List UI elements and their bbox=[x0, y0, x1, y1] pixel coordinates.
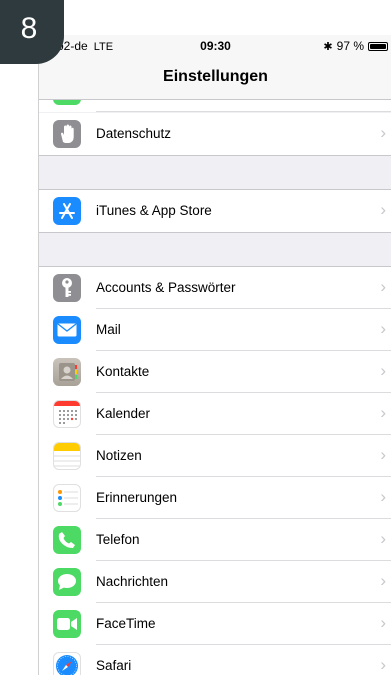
row-label: Accounts & Passwörter bbox=[96, 280, 236, 295]
row-label: Mail bbox=[96, 322, 121, 337]
messages-icon bbox=[53, 568, 81, 596]
phone-screen: o2-deLTE 09:30 ✱ 97 % Einstellungen Eins… bbox=[38, 35, 391, 675]
settings-row-safari[interactable]: Safari › bbox=[39, 645, 391, 675]
chevron-right-icon: › bbox=[380, 403, 386, 422]
row-label: Erinnerungen bbox=[96, 490, 178, 505]
group-divider bbox=[39, 232, 391, 233]
safari-icon bbox=[53, 652, 81, 675]
settings-row-nachrichten[interactable]: Nachrichten › bbox=[39, 561, 391, 603]
bluetooth-icon-overlay: ✱ bbox=[323, 40, 333, 53]
navigation-bar-overlay: Einstellungen bbox=[39, 55, 391, 100]
row-label: iTunes & App Store bbox=[96, 203, 212, 218]
chevron-right-icon: › bbox=[380, 319, 386, 338]
notes-icon bbox=[53, 442, 81, 470]
step-number-badge: 8 bbox=[0, 0, 64, 64]
row-label: Safari bbox=[96, 658, 132, 673]
settings-row-datenschutz[interactable]: Datenschutz › bbox=[39, 113, 391, 155]
settings-row-accounts[interactable]: Accounts & Passwörter › bbox=[39, 267, 391, 309]
row-label: Kontakte bbox=[96, 364, 150, 379]
chevron-right-icon: › bbox=[380, 123, 386, 142]
row-label: Notizen bbox=[96, 448, 142, 463]
app-store-icon bbox=[53, 197, 81, 225]
row-label: Nachrichten bbox=[96, 574, 169, 589]
settings-row-facetime[interactable]: FaceTime › bbox=[39, 603, 391, 645]
reminders-icon bbox=[53, 484, 81, 512]
settings-row-kalender[interactable]: Kalender › bbox=[39, 393, 391, 435]
battery-icon-overlay bbox=[368, 41, 388, 51]
settings-row-telefon[interactable]: Telefon › bbox=[39, 519, 391, 561]
chevron-right-icon: › bbox=[380, 487, 386, 506]
group-divider bbox=[39, 155, 391, 156]
row-separator bbox=[96, 111, 391, 112]
row-label: FaceTime bbox=[96, 616, 156, 631]
row-label: Kalender bbox=[96, 406, 151, 421]
key-icon bbox=[53, 274, 81, 302]
chevron-right-icon: › bbox=[380, 571, 386, 590]
settings-row-mail[interactable]: Mail › bbox=[39, 309, 391, 351]
hand-icon bbox=[53, 120, 81, 148]
chevron-right-icon: › bbox=[380, 277, 386, 296]
status-bar-overlay: o2-de LTE 09:30 ✱ 97 % bbox=[39, 35, 391, 55]
chevron-right-icon: › bbox=[380, 361, 386, 380]
chevron-right-icon: › bbox=[380, 445, 386, 464]
calendar-icon bbox=[53, 400, 81, 428]
battery-fill-overlay bbox=[370, 43, 386, 49]
settings-row-kontakte[interactable]: Kontakte › bbox=[39, 351, 391, 393]
settings-row-notizen[interactable]: Notizen › bbox=[39, 435, 391, 477]
row-label: Datenschutz bbox=[96, 126, 172, 141]
settings-row-itunes-app-store[interactable]: iTunes & App Store › bbox=[39, 190, 391, 232]
phone-icon bbox=[53, 526, 81, 554]
row-label: Telefon bbox=[96, 532, 140, 547]
chevron-right-icon: › bbox=[380, 200, 386, 219]
facetime-icon bbox=[53, 610, 81, 638]
battery-percent-overlay: 97 % bbox=[336, 39, 364, 53]
settings-row-erinnerungen[interactable]: Erinnerungen › bbox=[39, 477, 391, 519]
page-title-overlay: Einstellungen bbox=[163, 68, 268, 85]
status-right-overlay: ✱ 97 % bbox=[323, 39, 388, 53]
chevron-right-icon: › bbox=[380, 613, 386, 632]
chevron-right-icon: › bbox=[380, 655, 386, 674]
chevron-right-icon: › bbox=[380, 529, 386, 548]
mail-icon bbox=[53, 316, 81, 344]
contacts-icon bbox=[53, 358, 81, 386]
